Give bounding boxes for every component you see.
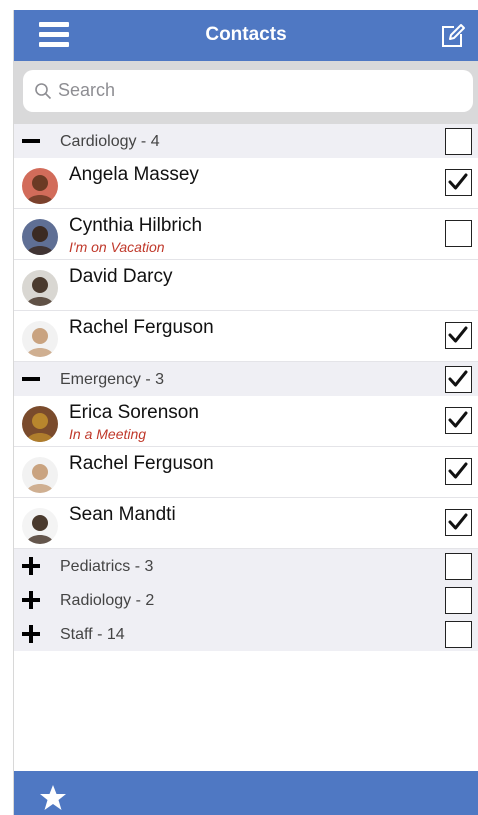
search-field[interactable] <box>23 70 473 112</box>
collapse-minus-icon[interactable] <box>22 370 40 388</box>
group-header[interactable]: Radiology - 2 <box>14 583 478 617</box>
avatar <box>22 457 58 493</box>
group-label: Emergency - 3 <box>60 371 165 388</box>
contact-status: In a Meeting <box>69 426 147 442</box>
search-icon <box>35 83 52 100</box>
checked-checkbox[interactable] <box>445 169 472 196</box>
checkbox[interactable] <box>445 553 472 580</box>
avatar <box>22 168 58 204</box>
group-label: Cardiology - 4 <box>60 133 160 150</box>
contact-row[interactable]: Erica Sorenson In a Meeting <box>14 396 478 447</box>
expand-plus-icon[interactable] <box>22 625 40 643</box>
contact-name: Rachel Ferguson <box>69 453 214 474</box>
checked-checkbox[interactable] <box>445 458 472 485</box>
group-label: Staff - 14 <box>60 626 125 643</box>
checked-checkbox[interactable] <box>445 366 472 393</box>
checkbox[interactable] <box>445 128 472 155</box>
group-label: Radiology - 2 <box>60 592 155 609</box>
contact-list: Cardiology - 4 Angela Massey Cynthia Hilbr… <box>14 124 478 651</box>
group-header[interactable]: Staff - 14 <box>14 617 478 651</box>
collapse-minus-icon[interactable] <box>22 132 40 150</box>
expand-plus-icon[interactable] <box>22 591 40 609</box>
contact-row[interactable]: Cynthia Hilbrich I'm on Vacation <box>14 209 478 260</box>
group-header[interactable]: Pediatrics - 3 <box>14 549 478 583</box>
avatar <box>22 270 58 306</box>
contact-row[interactable]: David Darcy <box>14 260 478 311</box>
contact-row[interactable]: Angela Massey <box>14 158 478 209</box>
page-title: Contacts <box>205 24 287 45</box>
contact-name: David Darcy <box>69 266 173 287</box>
checked-checkbox[interactable] <box>445 322 472 349</box>
group-header[interactable]: Emergency - 3 <box>14 362 478 396</box>
star-icon[interactable] <box>38 783 68 813</box>
tab-bar <box>14 771 478 815</box>
avatar <box>22 406 58 442</box>
checked-checkbox[interactable] <box>445 509 472 536</box>
checkbox[interactable] <box>445 621 472 648</box>
search-input[interactable] <box>58 75 458 105</box>
contact-row[interactable]: Rachel Ferguson <box>14 311 478 362</box>
contact-row[interactable]: Rachel Ferguson <box>14 447 478 498</box>
checkbox[interactable] <box>445 587 472 614</box>
app-screen: Contacts Cardiology - 4 Angela Massey Cynt… <box>13 10 478 815</box>
checkbox[interactable] <box>445 220 472 247</box>
expand-plus-icon[interactable] <box>22 557 40 575</box>
avatar <box>22 219 58 255</box>
contact-row[interactable]: Sean Mandti <box>14 498 478 549</box>
avatar <box>22 508 58 544</box>
search-bar <box>14 61 478 124</box>
contact-name: Cynthia Hilbrich <box>69 215 203 236</box>
contact-name: Sean Mandti <box>69 504 176 525</box>
group-label: Pediatrics - 3 <box>60 558 154 575</box>
navigation-bar: Contacts <box>14 10 478 61</box>
group-header[interactable]: Cardiology - 4 <box>14 124 478 158</box>
contact-name: Rachel Ferguson <box>69 317 214 338</box>
contact-name: Angela Massey <box>69 164 199 185</box>
avatar <box>22 321 58 357</box>
contact-name: Erica Sorenson <box>69 402 199 423</box>
checked-checkbox[interactable] <box>445 407 472 434</box>
contact-status: I'm on Vacation <box>69 239 165 255</box>
compose-icon[interactable] <box>438 22 466 50</box>
